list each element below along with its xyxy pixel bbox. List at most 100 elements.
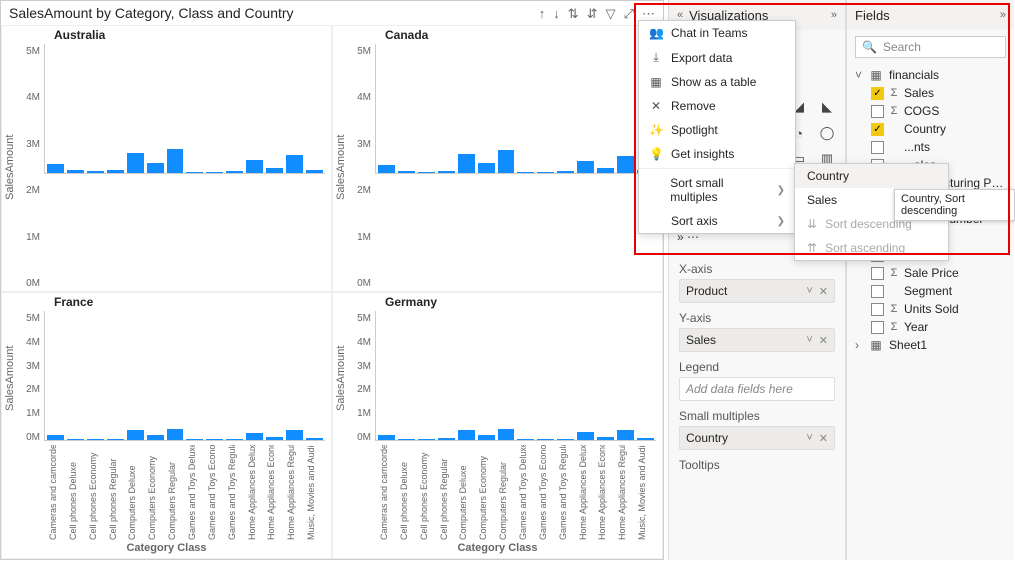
bar[interactable] [478,435,495,440]
bar[interactable] [186,172,203,173]
bar[interactable] [87,439,104,440]
bar[interactable] [597,437,614,440]
bar[interactable] [418,439,435,440]
bars-area[interactable] [44,311,325,441]
bar[interactable] [378,165,395,173]
expand-down-icon[interactable]: ⇵ [587,7,598,20]
remove-field-icon[interactable]: ✕ [819,432,828,445]
remove-field-icon[interactable]: ✕ [819,334,828,347]
bar[interactable] [246,433,263,440]
field-partial-1[interactable]: ...nts [871,138,1008,156]
drill-up-icon[interactable]: ↑ [539,7,546,20]
bar[interactable] [147,435,164,440]
bar[interactable] [266,168,283,173]
bar[interactable] [306,438,323,440]
bar[interactable] [286,430,303,440]
bar[interactable] [266,437,283,440]
bar[interactable] [577,161,594,173]
menu-spotlight[interactable]: ✨Spotlight [639,118,795,142]
bars-area[interactable] [375,311,656,441]
table-sheet1[interactable]: › ▦ Sheet1 [853,336,1008,354]
bar[interactable] [87,171,104,173]
bar[interactable] [597,168,614,173]
chevron-down-icon[interactable]: ˅ [806,432,812,445]
bars-area[interactable] [44,44,325,174]
viz-donut-icon[interactable]: ◯ [815,122,839,144]
bar[interactable] [226,171,243,173]
xaxis-well[interactable]: Product ˅✕ [679,279,835,303]
filter-icon[interactable]: ▽ [606,7,616,20]
more-options-icon[interactable]: ⋯ [642,7,655,20]
bar[interactable] [398,171,415,173]
bar[interactable] [557,171,574,173]
menu-remove[interactable]: ✕Remove [639,94,795,118]
chevron-down-icon[interactable]: ˅ [806,285,812,298]
drill-down-icon[interactable]: ↓ [553,7,560,20]
menu-show-as-table[interactable]: ▦Show as a table [639,70,795,94]
bar[interactable] [637,438,654,440]
checkbox-icon[interactable] [871,267,884,280]
menu-get-insights[interactable]: 💡Get insights [639,142,795,166]
bar[interactable] [147,163,164,173]
bar[interactable] [127,153,144,173]
bar[interactable] [47,164,64,173]
bar[interactable] [167,149,184,173]
checkbox-checked-icon[interactable]: ✓ [871,87,884,100]
bar[interactable] [617,430,634,440]
checkbox-icon[interactable] [871,141,884,154]
bar[interactable] [246,160,263,173]
expand-pane-icon[interactable]: » [1000,9,1006,21]
drill-hierarchy-icon[interactable]: ⇅ [568,7,579,20]
menu-sort-small-multiples[interactable]: Sort small multiples❯ [639,171,795,209]
bar[interactable] [498,429,515,440]
field-year[interactable]: ΣYear [871,318,1008,336]
bar[interactable] [458,430,475,440]
menu-chat-in-teams[interactable]: 👥Chat in Teams [639,21,795,45]
bar[interactable] [206,172,223,173]
bar[interactable] [438,171,455,173]
field-segment[interactable]: Segment [871,282,1008,300]
bar[interactable] [557,439,574,440]
fields-search-input[interactable]: 🔍 Search [855,36,1006,58]
bar[interactable] [398,439,415,440]
table-financials[interactable]: ˅ ▦ financials [853,66,1008,84]
bar[interactable] [67,170,84,173]
bar[interactable] [286,155,303,173]
checkbox-checked-icon[interactable]: ✓ [871,123,884,136]
bar[interactable] [517,172,534,173]
viz-stacked-area-icon[interactable]: ◣ [815,96,839,118]
bar[interactable] [517,439,534,440]
bar[interactable] [617,156,634,173]
bar[interactable] [127,430,144,440]
bar[interactable] [537,172,554,173]
bar[interactable] [478,163,495,173]
checkbox-icon[interactable] [871,303,884,316]
bar[interactable] [458,154,475,173]
menu-sort-axis[interactable]: Sort axis❯ [639,209,795,233]
remove-field-icon[interactable]: ✕ [819,285,828,298]
bar[interactable] [226,439,243,440]
small-multiples-well[interactable]: Country ˅✕ [679,426,835,450]
submenu-country[interactable]: Country [795,164,948,188]
bar[interactable] [378,435,395,440]
bar[interactable] [206,439,223,440]
bar[interactable] [577,432,594,440]
bar[interactable] [537,439,554,440]
focus-mode-icon[interactable]: ⤢ [624,7,634,20]
bar[interactable] [107,170,124,173]
field-sale-price[interactable]: ΣSale Price [871,264,1008,282]
bar[interactable] [107,439,124,440]
bar[interactable] [67,439,84,440]
submenu-sort-ascending[interactable]: ⇈Sort ascending [795,236,948,260]
field-units-sold[interactable]: ΣUnits Sold [871,300,1008,318]
bar[interactable] [186,439,203,440]
bar[interactable] [438,438,455,440]
field-cogs[interactable]: ΣCOGS [871,102,1008,120]
bars-area[interactable] [375,44,656,174]
bar[interactable] [306,170,323,173]
yaxis-well[interactable]: Sales ˅✕ [679,328,835,352]
bar[interactable] [167,429,184,440]
checkbox-icon[interactable] [871,285,884,298]
checkbox-icon[interactable] [871,105,884,118]
field-sales[interactable]: ✓ΣSales [871,84,1008,102]
